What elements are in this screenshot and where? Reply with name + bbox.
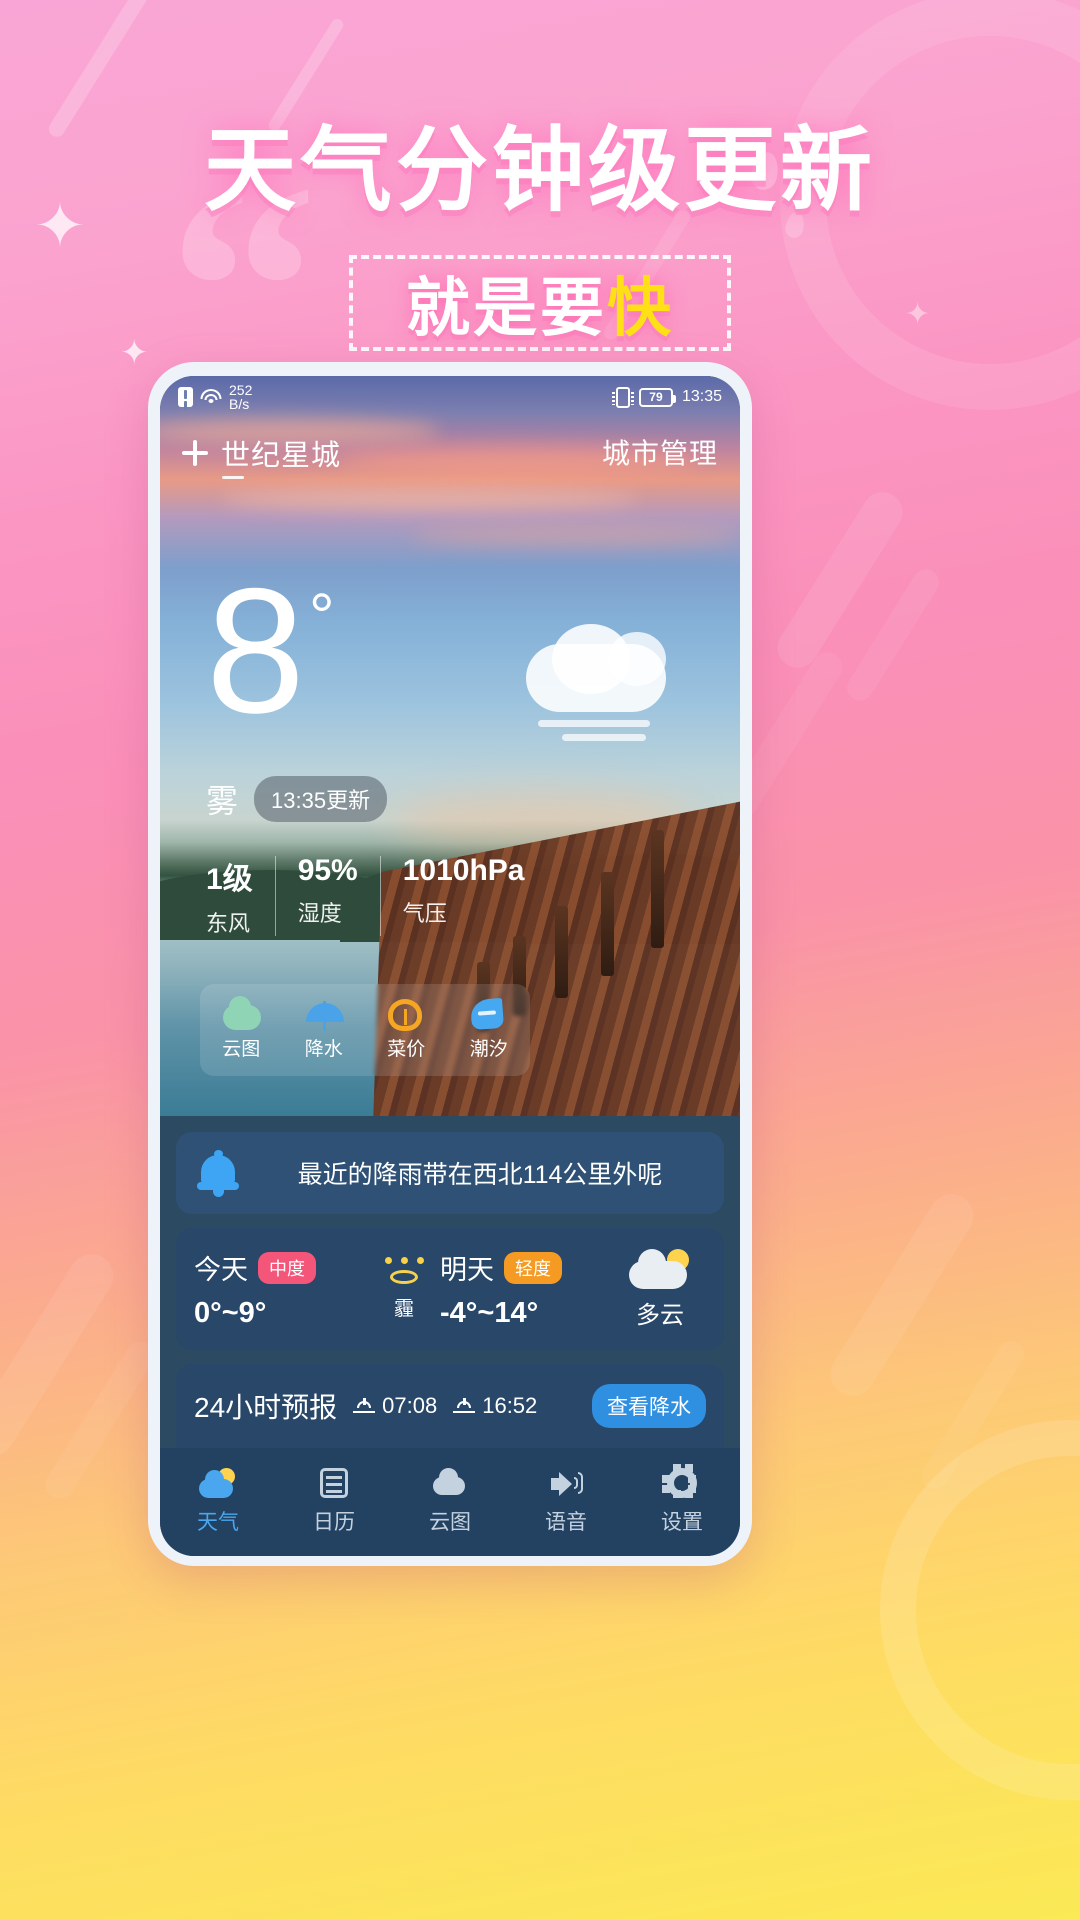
tab-cloud-map[interactable]: 云图 xyxy=(392,1468,508,1536)
tomorrow-condition-label: 多云 xyxy=(636,1301,684,1329)
tomorrow-condition-block: 多云 xyxy=(614,1248,706,1330)
tab-label: 日历 xyxy=(313,1511,355,1534)
tab-settings[interactable]: 设置 xyxy=(624,1464,740,1536)
tomorrow-aqi-badge: 轻度 xyxy=(504,1251,562,1284)
hourly-forecast-panel: 24小时预报 07:08 16:52 查看降水 现在 14:00 15:00 1… xyxy=(176,1364,724,1448)
partly-cloudy-icon xyxy=(629,1248,691,1289)
sunrise-time: 07:08 xyxy=(382,1393,438,1418)
temperature-degree: ° xyxy=(309,580,335,652)
haze-label: 霾 xyxy=(394,1298,414,1320)
update-time-chip: 13:35更新 xyxy=(254,776,388,822)
tomorrow-temp-range: -4°~14° xyxy=(440,1297,539,1329)
today-column: 今天 中度 0°~9° xyxy=(194,1248,368,1330)
cloud-map-icon xyxy=(223,996,262,1030)
battery-level: 79 xyxy=(649,390,663,404)
promo-subtitle: 就是要快 xyxy=(406,257,674,349)
quick-action-label: 云图 xyxy=(222,1039,261,1060)
battery-icon: 79 xyxy=(638,387,676,407)
quick-action-vegetable-price[interactable]: 菜价 xyxy=(365,999,448,1061)
day-forecast-panel[interactable]: 今天 中度 0°~9° 霾 明天 轻度 -4°~14° 多云 xyxy=(176,1228,724,1350)
bell-icon xyxy=(194,1149,242,1197)
metric-wind-value: 1级 xyxy=(206,863,253,896)
plus-icon[interactable] xyxy=(182,440,208,466)
rain-alert-bar[interactable]: 最近的降雨带在西北114公里外呢 xyxy=(176,1132,724,1214)
tide-icon xyxy=(469,997,507,1031)
umbrella-icon xyxy=(305,999,344,1031)
cloud-icon xyxy=(431,1468,469,1500)
quick-action-tide[interactable]: 潮汐 xyxy=(448,997,531,1061)
fog-cloud-icon xyxy=(516,616,696,741)
promo-subtitle-prefix: 就是要 xyxy=(406,272,607,344)
vegetable-price-icon xyxy=(388,999,424,1031)
quick-action-label: 降水 xyxy=(304,1039,343,1060)
status-bar: 252 B/s 79 13:35 xyxy=(160,376,740,418)
metrics-row: 1级 东风 95% 湿度 1010hPa 气压 xyxy=(206,854,547,938)
metric-humidity-value: 95% xyxy=(297,854,358,887)
phone-screen: 252 B/s 79 13:35 世纪星城 城市管理 8 ° 雾 13:35更新… xyxy=(160,376,740,1556)
hourly-title: 24小时预报 xyxy=(194,1392,338,1423)
calendar-icon xyxy=(315,1468,353,1500)
haze-icon-block: 霾 xyxy=(368,1257,440,1321)
city-block[interactable]: 世纪星城 xyxy=(182,432,341,479)
promo-subtitle-accent: 快 xyxy=(607,272,674,344)
promo-headline: 天气分钟级更新 xyxy=(203,120,876,222)
city-indicator xyxy=(222,476,244,479)
quick-action-label: 潮汐 xyxy=(469,1039,508,1060)
phone-mockup: 252 B/s 79 13:35 世纪星城 城市管理 8 ° 雾 13:35更新… xyxy=(148,362,752,1566)
metric-wind: 1级 东风 xyxy=(206,854,275,938)
top-nav: 世纪星城 城市管理 xyxy=(160,424,740,494)
sunset-item: 16:52 xyxy=(453,1393,537,1419)
city-manage-button[interactable]: 城市管理 xyxy=(602,432,718,472)
quick-action-precipitation[interactable]: 降水 xyxy=(283,999,366,1061)
promo-banner: 天气分钟级更新 就是要快 xyxy=(0,96,1080,351)
haze-icon xyxy=(381,1257,427,1287)
metric-pressure: 1010hPa 气压 xyxy=(381,854,547,938)
tab-voice[interactable]: 语音 xyxy=(508,1468,624,1536)
metric-pressure-label: 气压 xyxy=(402,901,447,926)
tomorrow-column: 明天 轻度 -4°~14° xyxy=(440,1248,614,1330)
status-time: 13:35 xyxy=(681,388,722,405)
promo-subtitle-box: 就是要快 xyxy=(349,255,731,351)
sunrise-item: 07:08 xyxy=(353,1393,437,1419)
condition-row: 雾 13:35更新 xyxy=(206,776,388,822)
warning-icon xyxy=(178,387,193,407)
tab-weather[interactable]: 天气 xyxy=(160,1468,276,1536)
network-speed-value: 252 xyxy=(229,381,253,398)
network-speed-unit: B/s xyxy=(229,396,250,412)
weather-icon xyxy=(199,1468,237,1500)
metric-pressure-value: 1010hPa xyxy=(402,854,525,887)
tab-label: 天气 xyxy=(197,1511,239,1534)
tab-calendar[interactable]: 日历 xyxy=(276,1468,392,1536)
condition-text: 雾 xyxy=(206,783,239,819)
tab-label: 语音 xyxy=(545,1511,587,1534)
tab-label: 设置 xyxy=(661,1511,703,1534)
view-precipitation-button[interactable]: 查看降水 xyxy=(592,1384,706,1428)
current-temperature: 8 ° xyxy=(206,551,335,750)
quick-action-cloud-map[interactable]: 云图 xyxy=(200,996,283,1061)
sunset-icon xyxy=(453,1398,476,1414)
city-name[interactable]: 世纪星城 xyxy=(221,432,341,474)
tomorrow-label: 明天 xyxy=(440,1255,494,1285)
network-speed: 252 B/s xyxy=(229,381,253,412)
vibrate-icon xyxy=(611,386,634,408)
gear-icon xyxy=(662,1464,701,1500)
sunset-time: 16:52 xyxy=(482,1393,538,1418)
weather-hero: 252 B/s 79 13:35 世纪星城 城市管理 8 ° 雾 13:35更新… xyxy=(160,376,740,1116)
today-temp-range: 0°~9° xyxy=(194,1297,267,1329)
temperature-value: 8 xyxy=(206,551,305,750)
quick-action-label: 菜价 xyxy=(387,1039,426,1060)
metric-humidity: 95% 湿度 xyxy=(276,854,380,938)
wifi-icon xyxy=(200,388,222,406)
speaker-icon xyxy=(547,1468,585,1500)
rain-alert-text: 最近的降雨带在西北114公里外呢 xyxy=(297,1161,663,1189)
bottom-tab-bar: 天气 日历 云图 语音 设置 xyxy=(160,1448,740,1556)
tab-label: 云图 xyxy=(429,1511,471,1534)
quick-actions: 云图 降水 菜价 潮汐 xyxy=(200,984,530,1076)
metric-humidity-label: 湿度 xyxy=(297,901,342,926)
metric-wind-label: 东风 xyxy=(206,911,251,936)
sunrise-icon xyxy=(353,1398,376,1414)
today-aqi-badge: 中度 xyxy=(258,1251,316,1284)
today-label: 今天 xyxy=(194,1255,248,1285)
